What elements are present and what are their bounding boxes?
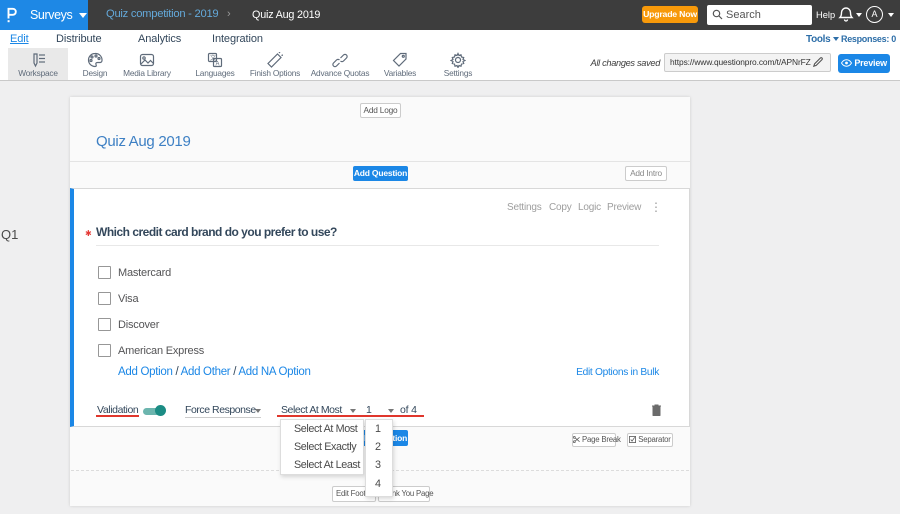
svg-text:A: A [216, 62, 220, 68]
